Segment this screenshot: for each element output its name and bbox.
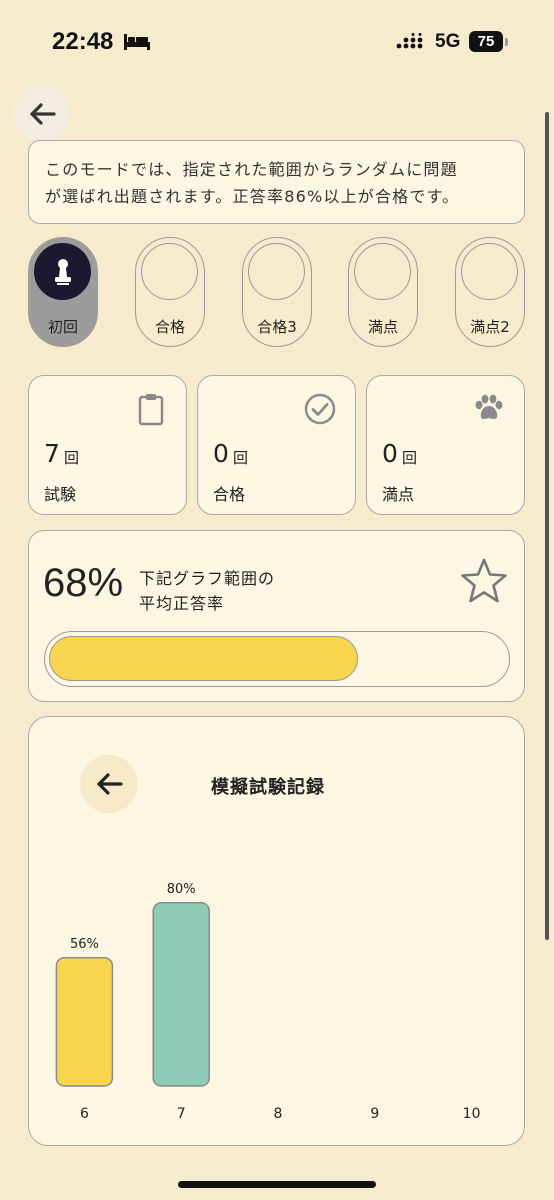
x-tick-label: 6: [80, 1106, 89, 1122]
arrow-left-icon: [30, 103, 56, 125]
paw-icon: [475, 394, 503, 419]
chart-bar[interactable]: [55, 957, 114, 1087]
x-tick-label: 10: [463, 1106, 481, 1122]
badge-first[interactable]: 初回: [28, 237, 98, 347]
description-line: が選ばれ出題されます。正答率86%以上が合格です。: [45, 187, 460, 206]
badge-circle: [461, 243, 518, 300]
badge-label: 合格3: [257, 318, 297, 336]
badge-label: 初回: [47, 318, 78, 336]
star-icon[interactable]: [459, 557, 509, 605]
home-indicator[interactable]: [178, 1181, 376, 1188]
x-tick-label: 8: [274, 1106, 283, 1122]
stat-unit: 回: [64, 449, 80, 467]
stamp-icon: [54, 258, 71, 285]
badge-label: 満点: [367, 318, 398, 336]
achievement-badges: 初回 合格 合格3 満点 満点2: [28, 237, 528, 349]
stat-value: 0: [382, 439, 398, 468]
badge-circle: [248, 243, 305, 300]
status-bar: 22:48 5G 75: [0, 0, 554, 84]
badge-circle: [34, 243, 91, 300]
average-caption: 平均正答率: [139, 594, 225, 613]
stat-card-perfect[interactable]: 0 回 満点: [366, 375, 525, 515]
stat-label: 試験: [44, 485, 77, 504]
scrollbar[interactable]: [545, 112, 549, 940]
stat-value: 0: [213, 439, 229, 468]
stat-card-pass[interactable]: 0 回 合格: [197, 375, 356, 515]
battery-indicator: 75: [469, 31, 503, 52]
badge-label: 合格: [154, 318, 185, 336]
stat-unit: 回: [402, 449, 418, 467]
mode-description: このモードでは、指定された範囲からランダムに問題 が選ばれ出題されます。正答率8…: [28, 140, 525, 224]
average-score-card: 68% 下記グラフ範囲の 平均正答率: [28, 530, 525, 702]
x-tick-label: 9: [370, 1106, 379, 1122]
badge-pass3[interactable]: 合格3: [242, 237, 312, 347]
stat-value: 7: [44, 439, 60, 468]
stat-unit: 回: [233, 449, 249, 467]
battery-cap: [505, 38, 508, 46]
check-circle-icon: [304, 393, 336, 425]
chart-bar[interactable]: [152, 902, 210, 1087]
exam-history-chart-card: 模擬試験記録 56% 6 80% 7 8 9 10: [28, 716, 525, 1146]
average-progress-bar: [44, 631, 510, 687]
stat-label: 合格: [213, 485, 246, 504]
badge-pass[interactable]: 合格: [135, 237, 205, 347]
stat-card-exams[interactable]: 7 回 試験: [28, 375, 187, 515]
badge-circle: [141, 243, 198, 300]
badge-circle: [354, 243, 411, 300]
back-button[interactable]: [14, 86, 70, 142]
status-time: 22:48: [52, 28, 114, 55]
bar-value-label: 56%: [70, 937, 99, 952]
x-tick-label: 7: [177, 1106, 186, 1122]
average-caption: 下記グラフ範囲の: [139, 569, 276, 588]
signal-icon: [396, 33, 423, 49]
average-percent: 68%: [43, 561, 124, 605]
badge-perfect[interactable]: 満点: [348, 237, 418, 347]
bar-value-label: 80%: [167, 882, 196, 897]
network-type: 5G: [435, 31, 461, 52]
badge-label: 満点2: [470, 318, 510, 336]
badge-perfect2[interactable]: 満点2: [455, 237, 525, 347]
description-line: このモードでは、指定された範囲からランダムに問題: [45, 160, 458, 179]
stat-label: 満点: [382, 485, 415, 504]
clipboard-icon: [138, 394, 164, 426]
bar-chart: 56% 6 80% 7 8 9 10: [55, 882, 481, 1122]
average-progress-fill: [49, 636, 358, 681]
bed-icon: [124, 34, 150, 50]
